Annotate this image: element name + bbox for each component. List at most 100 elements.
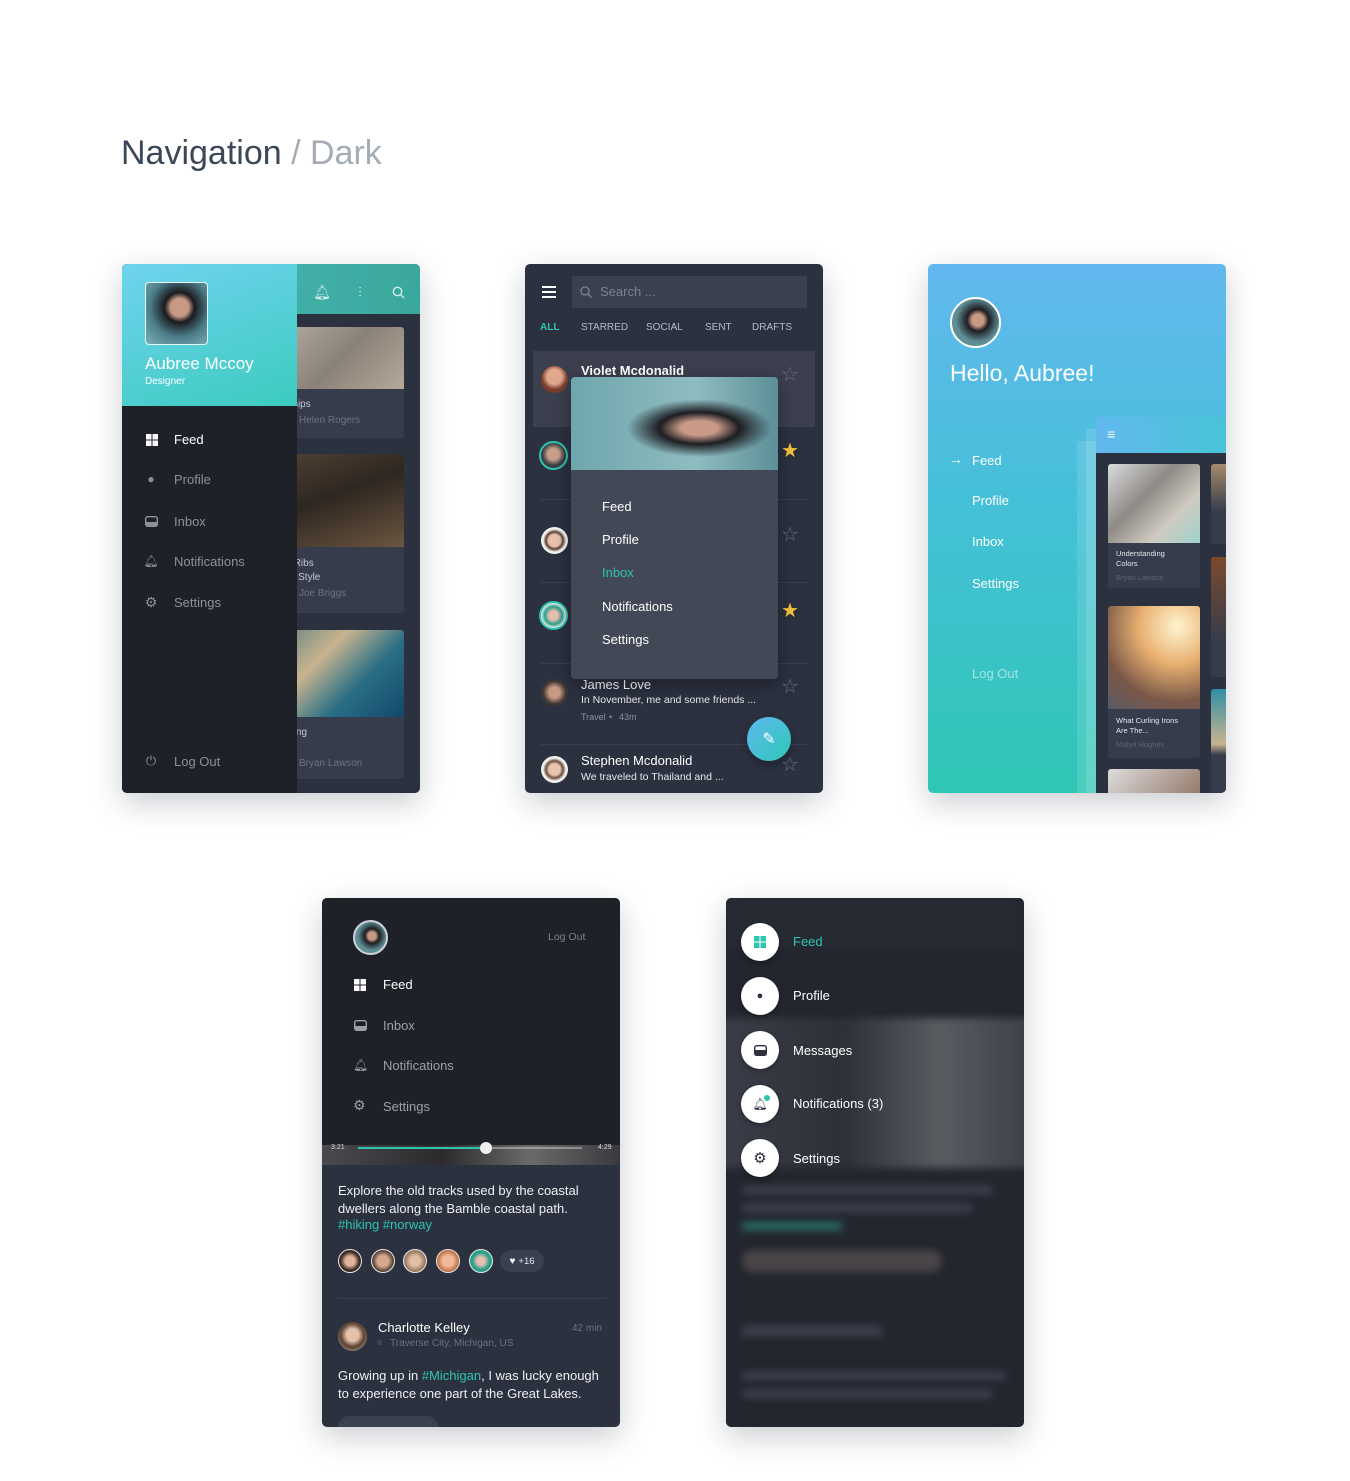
liker-avatar[interactable] (403, 1249, 427, 1273)
tab-drafts[interactable]: DRAFTS (752, 322, 792, 333)
message-tag: Travel (581, 712, 606, 722)
fab-menu-messages-label[interactable]: Messages (793, 1043, 852, 1058)
liker-avatar[interactable] (436, 1249, 460, 1273)
liker-avatar[interactable] (338, 1249, 362, 1273)
avatar (541, 679, 568, 706)
search-input[interactable]: Search ... (572, 276, 807, 308)
card-author: Joe Briggs (299, 588, 347, 599)
fab-menu-notifications-button[interactable]: 🔔︎ (741, 1085, 779, 1123)
app-preview[interactable]: ≡ Understanding Colors Bryan Lawson What… (1096, 417, 1226, 793)
star-filled-icon[interactable]: ★ (781, 438, 799, 463)
inbox-icon (354, 1020, 367, 1031)
nav-item-inbox[interactable]: Inbox (383, 1018, 415, 1033)
menu-header-image (571, 377, 778, 470)
top-drawer-screen: Log Out Feed Inbox 🔔︎ Notifications ⚙ Se… (322, 898, 620, 1427)
nav-item-feed[interactable]: Feed (122, 430, 297, 450)
search-icon[interactable] (388, 282, 408, 302)
gear-icon: ⚙ (753, 1150, 767, 1167)
location-pin-icon: ⌾ (377, 1338, 383, 1348)
logout-button[interactable]: ⏻ Log Out (122, 752, 297, 772)
user-icon: ● (756, 990, 764, 1002)
star-icon[interactable]: ☆ (781, 752, 799, 777)
user-icon: ● (147, 472, 155, 486)
menu-item-settings[interactable]: Settings (602, 632, 649, 647)
sliders-icon[interactable]: ⫶ (350, 282, 370, 302)
fab-menu-settings-label[interactable]: Settings (793, 1151, 840, 1166)
post-hashtags[interactable]: #hiking #norway (338, 1217, 432, 1232)
menu-item-inbox[interactable]: Inbox (602, 565, 634, 580)
preview-header (1096, 417, 1226, 453)
compose-fab[interactable]: ✎ (747, 717, 791, 761)
fab-menu-profile-button[interactable]: ● (741, 977, 779, 1015)
liker-avatar[interactable] (469, 1249, 493, 1273)
menu-item-profile[interactable]: Profile (602, 532, 639, 547)
video-elapsed: 3:21 (331, 1144, 345, 1151)
post-text: Explore the old tracks used by the coast… (338, 1183, 579, 1216)
nav-item-feed[interactable]: Feed (383, 977, 413, 992)
nav-item-inbox[interactable]: Inbox (972, 534, 1004, 549)
star-icon[interactable]: ☆ (781, 674, 799, 699)
avatar[interactable] (353, 920, 388, 955)
blurred-text (742, 1372, 1006, 1380)
author-avatar[interactable] (338, 1322, 367, 1351)
nav-item-notifications[interactable]: 🔔︎ Notifications (122, 552, 297, 572)
feed-card[interactable] (1108, 769, 1200, 793)
feed-card[interactable]: What Curling Irons Are The... Mabel Hugh… (1108, 606, 1200, 758)
star-icon[interactable]: ☆ (781, 522, 799, 547)
hamburger-menu-icon[interactable] (539, 284, 559, 300)
logout-button[interactable]: Log Out (972, 666, 1018, 681)
star-icon[interactable]: ☆ (781, 362, 799, 387)
nav-item-settings[interactable]: Settings (383, 1099, 430, 1114)
heart-icon: ♥ (509, 1255, 516, 1267)
nav-item-feed[interactable]: Feed (972, 453, 1002, 468)
feed-card[interactable] (1211, 557, 1226, 677)
avatar[interactable] (145, 282, 208, 345)
message-sender: Violet Mcdonalid (581, 363, 685, 378)
arrow-right-icon: → (949, 451, 963, 467)
fab-menu-feed-label[interactable]: Feed (793, 934, 823, 949)
nav-item-inbox[interactable]: Inbox (122, 512, 297, 532)
blurred-text (742, 1390, 992, 1398)
hamburger-menu-icon[interactable]: ≡ (1107, 426, 1115, 442)
menu-item-notifications[interactable]: Notifications (602, 599, 673, 614)
like-button[interactable] (338, 1416, 438, 1427)
video-progress-handle[interactable] (479, 1142, 492, 1154)
author-name: Charlotte Kelley (378, 1320, 470, 1335)
avatar[interactable] (950, 297, 1001, 348)
tab-social[interactable]: SOCIAL (646, 322, 683, 333)
feed-card[interactable] (1211, 464, 1226, 544)
pencil-icon: ✎ (762, 731, 776, 748)
fab-menu-profile-label[interactable]: Profile (793, 988, 830, 1003)
video-progress-fill (358, 1147, 486, 1149)
gear-icon: ⚙ (144, 593, 158, 610)
video-progress-track[interactable] (358, 1142, 582, 1154)
nav-item-profile[interactable]: Profile (972, 493, 1009, 508)
blurred-text (742, 1222, 842, 1230)
nav-item-settings[interactable]: Settings (972, 576, 1019, 591)
feed-card[interactable] (1211, 689, 1226, 793)
nav-item-profile[interactable]: ● Profile (122, 470, 297, 490)
tab-all[interactable]: ALL (540, 322, 559, 333)
gradient-navigation-screen: Hello, Aubree! → Feed Profile Inbox Sett… (928, 264, 1226, 793)
nav-item-settings[interactable]: ⚙ Settings (122, 593, 297, 613)
bell-icon[interactable]: 🔔︎ (312, 282, 332, 302)
tab-starred[interactable]: STARRED (581, 322, 628, 333)
nav-item-notifications[interactable]: Notifications (383, 1058, 454, 1073)
fab-menu-settings-button[interactable]: ⚙ (741, 1139, 779, 1177)
message-preview: In November, me and some friends ... (581, 694, 757, 706)
tab-sent[interactable]: SENT (705, 322, 732, 333)
fab-menu-notifications-label[interactable]: Notifications (3) (793, 1096, 883, 1111)
fab-menu-feed-button[interactable] (741, 923, 779, 961)
avatar (541, 756, 568, 783)
likes-badge[interactable]: ♥ +16 (500, 1250, 544, 1272)
menu-item-feed[interactable]: Feed (602, 499, 632, 514)
fab-menu-messages-button[interactable] (741, 1031, 779, 1069)
feed-card[interactable]: Understanding Colors Bryan Lawson (1108, 464, 1200, 588)
star-filled-icon[interactable]: ★ (781, 598, 799, 623)
post-text: Growing up in #Michigan, I was lucky eno… (338, 1368, 599, 1401)
liker-avatar[interactable] (371, 1249, 395, 1273)
bell-icon: 🔔︎ (353, 1058, 369, 1072)
logout-button[interactable]: Log Out (548, 931, 585, 943)
drawer-navigation-screen: 🔔︎ ⫶ Burn The Ships Helen Rogers Barbequ… (122, 264, 420, 793)
inbox-icon (145, 516, 158, 527)
